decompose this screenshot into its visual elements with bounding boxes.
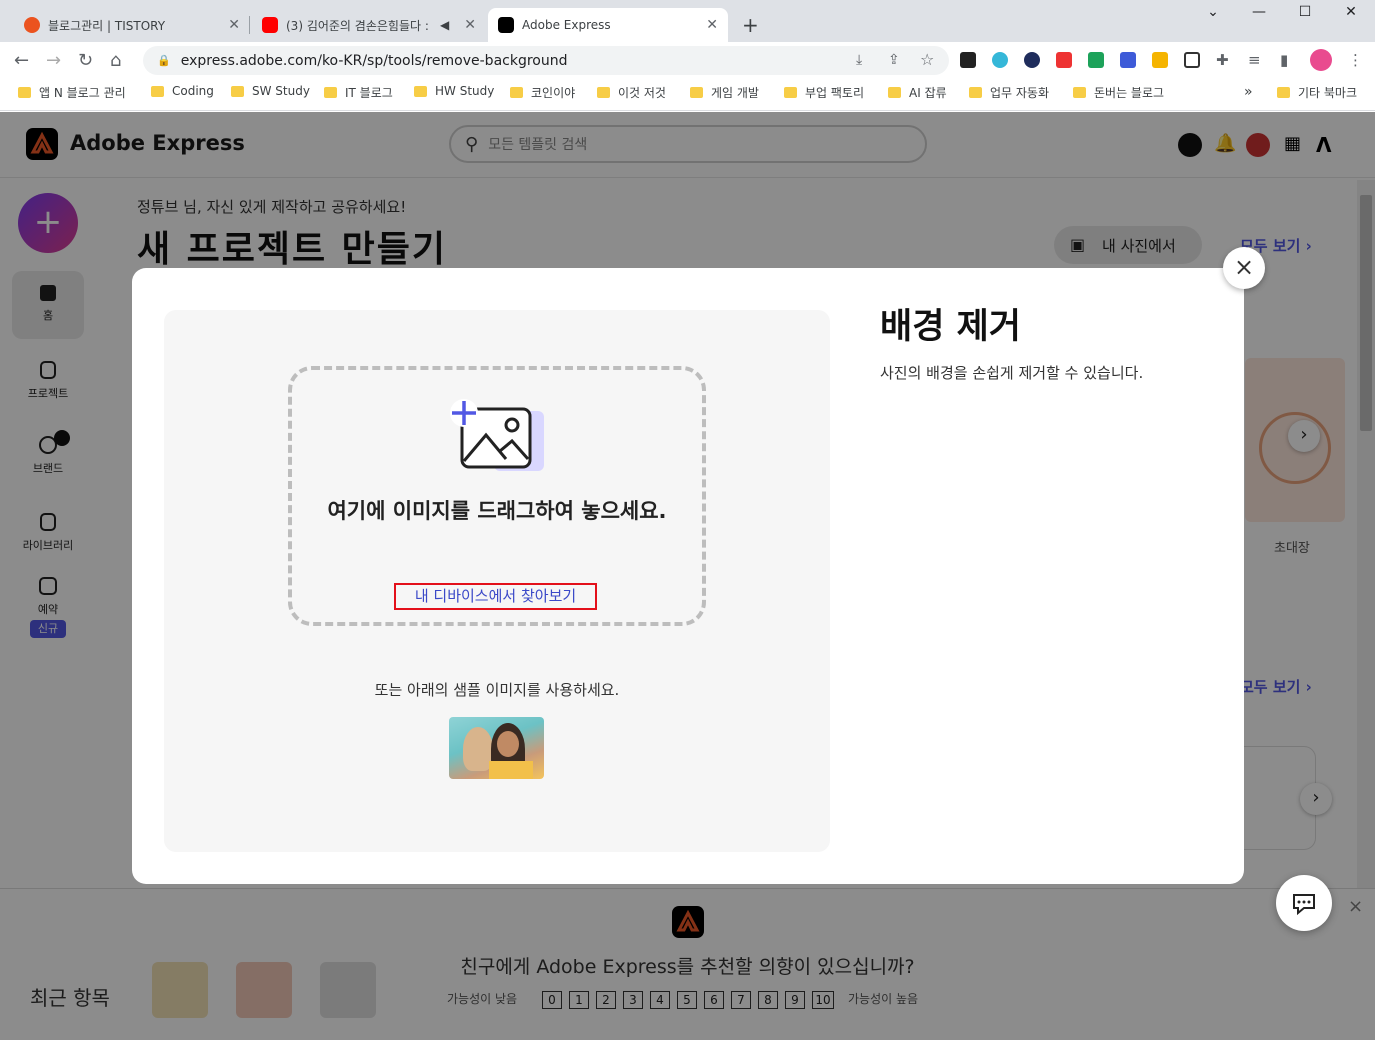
adobe-express-favicon-icon [498, 17, 514, 33]
bookmarks-overflow-button[interactable]: » [1244, 84, 1253, 100]
side-panel-icon[interactable]: ▮ [1280, 51, 1288, 69]
url-text: express.adobe.com/ko-KR/sp/tools/remove-… [180, 52, 568, 69]
home-icon[interactable]: ⌂ [110, 50, 121, 71]
folder-icon [597, 87, 610, 98]
menu-kebab-icon[interactable]: ⋮ [1348, 51, 1363, 69]
folder-icon [414, 85, 427, 97]
bookmark-item[interactable]: AI 잡류 [888, 84, 947, 101]
other-bookmarks[interactable]: 기타 북마크 [1277, 84, 1357, 101]
bookmark-item[interactable]: 코인이야 [510, 84, 575, 101]
tab-title: Adobe Express [522, 18, 611, 32]
install-app-icon[interactable]: ⤓ [856, 52, 862, 68]
drop-instruction: 여기에 이미지를 드래그하여 놓으세요. [327, 499, 667, 523]
maximize-icon[interactable]: ☐ [1282, 4, 1328, 20]
extension-bolt-icon[interactable] [1024, 52, 1040, 68]
folder-icon [1073, 87, 1086, 98]
new-tab-button[interactable]: + [732, 8, 766, 42]
window-close-icon[interactable]: ✕ [1328, 4, 1374, 20]
extension-colorful-icon[interactable] [1120, 52, 1136, 68]
speaker-icon[interactable]: ◀ [440, 18, 449, 32]
extension-video-icon[interactable] [1184, 52, 1200, 68]
address-bar[interactable]: 🔒 express.adobe.com/ko-KR/sp/tools/remov… [143, 46, 949, 75]
sample-face-shape [497, 731, 519, 757]
extension-record-icon[interactable] [1056, 52, 1072, 68]
minimize-icon[interactable]: — [1236, 4, 1282, 20]
bookmark-item[interactable]: Coding [151, 84, 214, 98]
tab-title: 블로그관리 | TISTORY [48, 18, 166, 33]
bookmark-star-icon[interactable]: ☆ [920, 50, 934, 69]
folder-icon [324, 87, 337, 98]
tab-separator [249, 16, 250, 34]
bookmark-item[interactable]: IT 블로그 [324, 84, 393, 101]
sample-shirt-shape [489, 761, 533, 779]
tab-tistory[interactable]: 블로그관리 | TISTORY ✕ [14, 8, 250, 42]
bookmark-item[interactable]: 이것 저것 [597, 84, 666, 101]
modal-close-button[interactable]: × [1223, 247, 1265, 289]
bookmark-item[interactable]: 부업 팩토리 [784, 84, 864, 101]
folder-icon [784, 87, 797, 98]
tab-close-icon[interactable]: ✕ [228, 17, 240, 33]
share-icon[interactable]: ⇪ [888, 52, 900, 68]
chat-support-button[interactable] [1276, 875, 1332, 931]
tab-close-icon[interactable]: ✕ [464, 17, 476, 33]
folder-icon [231, 85, 244, 97]
back-icon[interactable]: ← [14, 50, 29, 71]
bookmark-item[interactable]: SW Study [231, 84, 310, 98]
extension-shield-icon[interactable] [1152, 52, 1168, 68]
reload-icon[interactable]: ↻ [78, 50, 93, 71]
folder-icon [969, 87, 982, 98]
browse-device-link[interactable]: 내 디바이스에서 찾아보기 [394, 583, 597, 610]
tistory-favicon-icon [24, 17, 40, 33]
bookmark-item[interactable]: 게임 개발 [690, 84, 759, 101]
media-control-icon[interactable]: ≡ [1248, 51, 1261, 69]
folder-icon [690, 87, 703, 98]
tab-adobe-express[interactable]: Adobe Express ✕ [488, 8, 728, 42]
folder-icon [510, 87, 523, 98]
extension-chat-icon[interactable] [992, 52, 1008, 68]
modal-description: 사진의 배경을 손쉽게 제거할 수 있습니다. [880, 364, 1144, 382]
tab-close-icon[interactable]: ✕ [706, 17, 718, 33]
sample-image-thumbnail[interactable] [449, 717, 544, 779]
bookmark-item[interactable]: 돈버는 블로그 [1073, 84, 1164, 101]
tab-youtube[interactable]: (3) 김어준의 겸손은힘들다 : ◀ ✕ [252, 8, 486, 42]
tab-search-icon[interactable]: ⌄ [1190, 4, 1236, 20]
chat-bubble-icon [1293, 894, 1315, 916]
extensions-puzzle-icon[interactable]: ✚ [1216, 51, 1229, 69]
profile-avatar[interactable] [1310, 49, 1332, 71]
bookmark-item[interactable]: 업무 자동화 [969, 84, 1049, 101]
bookmark-item[interactable]: 앱 N 블로그 관리 [18, 84, 126, 101]
bookmark-item[interactable]: HW Study [414, 84, 494, 98]
survey-close-icon[interactable]: × [1348, 896, 1363, 917]
extension-blogger-icon[interactable] [960, 52, 976, 68]
forward-icon[interactable]: → [46, 50, 61, 71]
modal-title: 배경 제거 [880, 307, 1021, 347]
folder-icon [151, 85, 164, 97]
folder-icon [888, 87, 901, 98]
folder-icon [1277, 87, 1290, 98]
extension-pen-icon[interactable] [1088, 52, 1104, 68]
youtube-favicon-icon [262, 17, 278, 33]
sample-instruction: 또는 아래의 샘플 이미지를 사용하세요. [374, 681, 620, 699]
folder-icon [18, 87, 31, 98]
add-image-icon [448, 397, 546, 475]
tab-title: (3) 김어준의 겸손은힘들다 : [286, 18, 429, 33]
lock-icon[interactable]: 🔒 [157, 54, 171, 67]
